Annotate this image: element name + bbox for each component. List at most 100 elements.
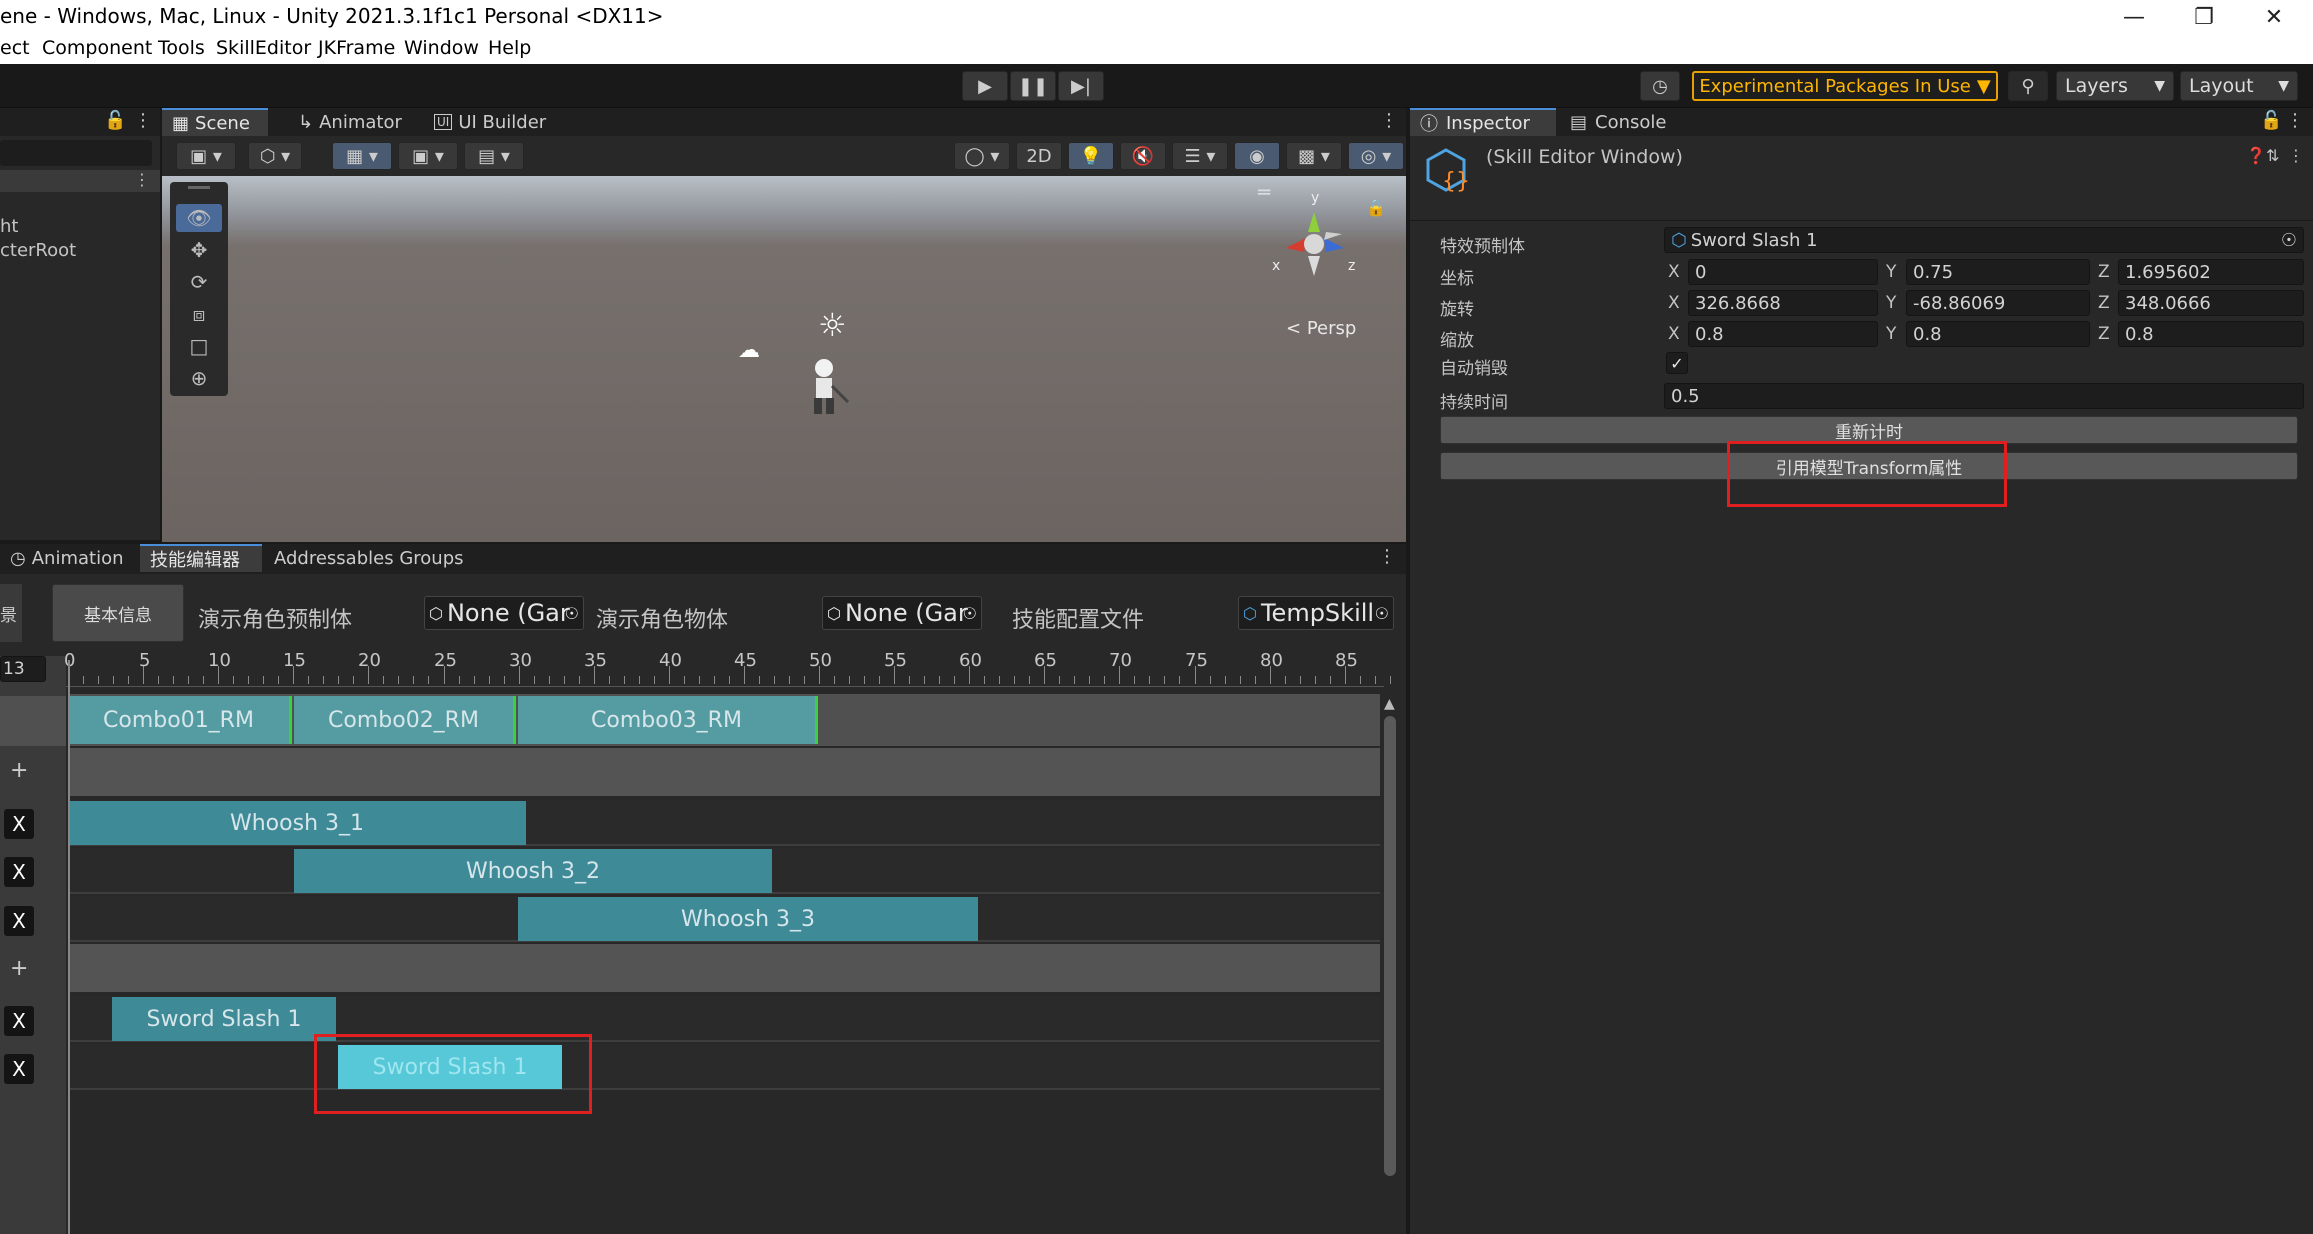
scene-view[interactable]: ═ 🔒 y x z < Persp ☼ ☁ [162,176,1406,542]
playhead[interactable] [68,660,70,1234]
minimize-icon[interactable]: — [2104,0,2164,34]
more-icon[interactable]: ⋮ [1380,110,1398,131]
lock-icon[interactable]: 🔓 [104,110,126,131]
tab-animator[interactable]: ↳ Animator [288,108,418,136]
orientation-dropdown[interactable]: ◯ ▾ [954,142,1010,170]
tab-animation[interactable]: ◷ Animation [0,544,134,572]
toggle-2d-button[interactable]: 2D [1016,142,1062,170]
menu-project[interactable]: ect [0,37,30,59]
object-picker-icon[interactable]: ☉ [1375,604,1389,623]
role-prefab-field[interactable]: ⬡ None (Gar ☉ [424,596,584,630]
hierarchy-search-input[interactable] [0,140,152,166]
lock-icon[interactable]: 🔓 [2260,110,2282,131]
reset-timer-button[interactable]: 重新计时 [1440,416,2298,444]
menu-skilleditor[interactable]: SkillEditor [216,37,311,59]
tab-ui-builder[interactable]: UI UI Builder [424,108,564,136]
rotation-x-field[interactable]: 326.8668 [1688,290,1878,316]
close-icon[interactable]: ✕ [2244,0,2304,34]
rect-tool[interactable]: □ [176,332,222,360]
tab-skill-editor[interactable]: 技能编辑器 [140,544,262,572]
add-track-icon[interactable]: + [10,956,28,981]
more-icon[interactable]: ⋮ [134,110,152,131]
pause-button[interactable]: ❚❚ [1010,71,1056,101]
effect-track-2[interactable] [68,1044,1380,1090]
maximize-icon[interactable]: ❐ [2174,0,2234,34]
anim-clip[interactable]: Combo02_RM [294,696,516,744]
scale-x-field[interactable]: 0.8 [1688,321,1878,347]
view-tool[interactable]: 👁 [176,204,222,232]
gizmos-dropdown[interactable]: ◎ ▾ [1348,142,1404,170]
camera-dropdown[interactable]: ▩ ▾ [1286,142,1342,170]
scene-tab-button[interactable]: 景 [0,584,22,642]
scrollbar-thumb[interactable] [1384,716,1396,1176]
duration-field[interactable]: 0.5 [1664,383,2304,409]
drag-handle[interactable] [188,186,210,189]
prefab-object-field[interactable]: ⬡ Sword Slash 1 ☉ [1664,227,2304,253]
menu-tools[interactable]: Tools [158,37,205,59]
anim-clip[interactable]: Combo01_RM [68,696,292,744]
delete-audio-3-button[interactable]: X [4,906,34,936]
rotation-y-field[interactable]: -68.86069 [1906,290,2090,316]
rotate-tool[interactable]: ⟳ [176,268,222,296]
grid-toggle[interactable]: ▦ ▾ [332,142,392,170]
delete-audio-1-button[interactable]: X [4,809,34,839]
render-mode-dropdown[interactable]: ⬡ ▾ [248,142,302,170]
auto-destroy-checkbox[interactable]: ✓ [1666,352,1688,374]
more-icon[interactable]: ⋮ [2286,110,2304,131]
delete-effect-2-button[interactable]: X [4,1054,34,1084]
current-frame-field[interactable]: 13 [0,656,46,682]
draw-mode-dropdown[interactable]: ▣ ▾ [176,142,236,170]
lock-icon[interactable]: 🔒 [1366,198,1386,217]
anim-clip[interactable]: Combo03_RM [518,696,818,744]
object-picker-icon[interactable]: ☉ [963,604,977,623]
transform-tool[interactable]: ⊕ [176,364,222,392]
hierarchy-item[interactable]: cterRoot [0,240,76,261]
rotation-z-field[interactable]: 348.0666 [2118,290,2304,316]
search-button[interactable]: ⚲ [2008,71,2048,101]
experimental-packages-button[interactable]: Experimental Packages In Use ▼ [1692,71,1998,101]
role-object-field[interactable]: ⬡ None (Gar ☉ [822,596,982,630]
tab-scene[interactable]: ▦ Scene [162,108,268,136]
move-tool[interactable]: ✥ [176,236,222,264]
effects-dropdown[interactable]: ☰ ▾ [1172,142,1228,170]
object-picker-icon[interactable]: ☉ [2281,230,2297,251]
history-button[interactable]: ◷ [1640,71,1680,101]
scroll-up-icon[interactable]: ▲ [1384,696,1395,712]
step-button[interactable]: ▶| [1058,71,1104,101]
add-track-icon[interactable]: + [10,758,28,783]
layout-dropdown[interactable]: Layout ▼ [2180,71,2298,101]
more-icon[interactable]: ⋮ [2288,146,2304,165]
character-model[interactable] [806,356,852,418]
scale-y-field[interactable]: 0.8 [1906,321,2090,347]
orientation-gizmo[interactable]: y x z [1264,190,1364,290]
scale-z-field[interactable]: 0.8 [2118,321,2304,347]
tab-inspector[interactable]: ⓘ Inspector [1410,108,1556,136]
position-x-field[interactable]: 0 [1688,259,1878,285]
scale-tool[interactable]: ⧈ [176,300,222,328]
audio-toggle[interactable]: 🔇 [1120,142,1166,170]
layers-dropdown[interactable]: Layers ▼ [2056,71,2174,101]
delete-effect-1-button[interactable]: X [4,1006,34,1036]
skill-config-field[interactable]: ⬡ TempSkill ☉ [1238,596,1394,630]
menu-jkframe[interactable]: JKFrame [318,37,395,59]
menu-help[interactable]: Help [488,37,531,59]
position-z-field[interactable]: 1.695602 [2118,259,2304,285]
lighting-toggle[interactable]: 💡 [1068,142,1114,170]
visibility-toggle[interactable]: ◉ [1234,142,1280,170]
menu-component[interactable]: Component [42,37,152,59]
preset-icon[interactable]: ⇅ [2266,146,2279,165]
hierarchy-item[interactable]: ht [0,216,18,237]
delete-audio-2-button[interactable]: X [4,857,34,887]
audio-clip[interactable]: Whoosh 3_2 [294,849,772,893]
play-button[interactable]: ▶ [962,71,1008,101]
help-icon[interactable]: ❓ [2246,146,2266,165]
effect-clip[interactable]: Sword Slash 1 [112,997,336,1041]
object-picker-icon[interactable]: ☉ [565,604,579,623]
tab-console[interactable]: ▤ Console [1560,108,1680,136]
basic-info-button[interactable]: 基本信息 [52,584,184,642]
tab-addressables[interactable]: Addressables Groups [264,544,464,572]
position-y-field[interactable]: 0.75 [1906,259,2090,285]
more-icon[interactable]: ⋮ [134,170,150,189]
persp-label[interactable]: < Persp [1286,318,1356,339]
more-icon[interactable]: ⋮ [1378,546,1396,567]
